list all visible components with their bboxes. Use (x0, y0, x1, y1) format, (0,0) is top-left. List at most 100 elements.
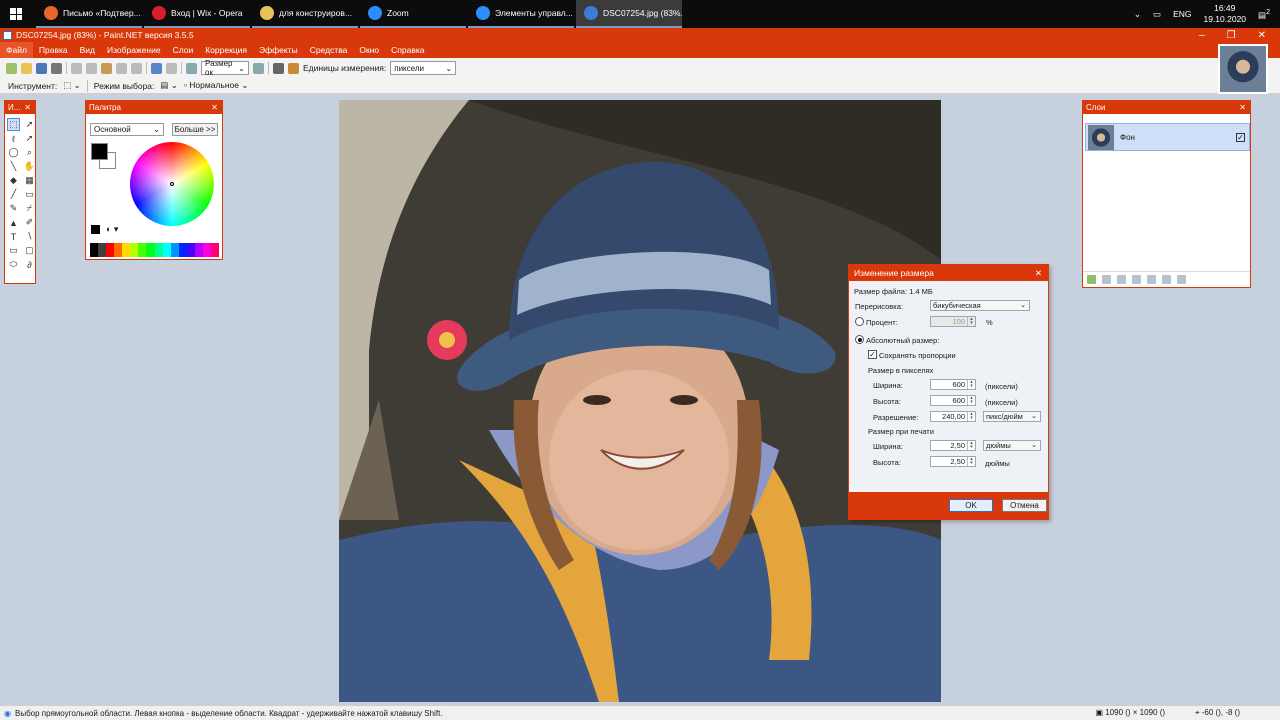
palette-swatch[interactable] (210, 243, 219, 257)
pencil-tool-icon[interactable]: ✎ (7, 202, 20, 215)
new-icon[interactable] (6, 62, 17, 74)
taskbar-app[interactable]: DSC07254.jpg (83%... (576, 0, 682, 28)
absolute-size-radio[interactable] (855, 335, 864, 344)
cut-icon[interactable] (71, 62, 82, 74)
close-icon[interactable]: ✕ (211, 101, 218, 114)
layer-properties-icon[interactable] (1177, 275, 1186, 284)
paste-icon[interactable] (101, 62, 112, 74)
freeform-shape-tool-icon[interactable]: ∂ (23, 258, 36, 271)
paint-bucket-tool-icon[interactable]: ◆ (7, 174, 20, 187)
print-width-field[interactable]: 2,50 ▴ ▾ (930, 440, 976, 451)
color-wheel[interactable] (130, 142, 214, 226)
redo-icon[interactable] (166, 62, 177, 74)
palette-options-icon[interactable]: ◐ ▾ (106, 224, 118, 235)
move-layer-down-icon[interactable] (1162, 275, 1171, 284)
ok-button[interactable]: OK (949, 499, 993, 512)
zoom-select[interactable]: Размер ок ⌄ (201, 59, 249, 77)
close-icon[interactable]: ✕ (1035, 265, 1042, 281)
width-field[interactable]: 600 ▴ ▾ (930, 379, 976, 390)
layer-row[interactable]: Фон ✓ (1085, 123, 1250, 151)
taskbar-app[interactable]: для конструиров... (252, 0, 358, 28)
menu-item[interactable]: Слои (167, 42, 200, 58)
menu-item[interactable]: Окно (353, 42, 385, 58)
close-icon[interactable]: ✕ (1239, 101, 1246, 114)
palette-swatch[interactable] (178, 243, 187, 257)
language-indicator[interactable]: ENG (1173, 9, 1191, 19)
palette-swatch[interactable] (146, 243, 155, 257)
text-tool-icon[interactable]: T (7, 230, 20, 243)
grid-icon[interactable] (273, 62, 284, 74)
print-height-field[interactable]: 2,50 ▴ ▾ (930, 456, 976, 467)
palette-swatch[interactable] (98, 243, 107, 257)
crop-icon[interactable] (116, 62, 127, 74)
rulers-icon[interactable] (288, 62, 299, 74)
primary-color-swatch[interactable] (91, 143, 108, 160)
keep-ratio-checkbox[interactable]: ✓ (868, 350, 877, 359)
recolor-tool-icon[interactable]: ✐ (23, 216, 36, 229)
menu-item[interactable]: Коррекция (199, 42, 253, 58)
palette-mode-select[interactable]: Основной ⌄ (90, 123, 164, 136)
percent-field[interactable]: 100 ▴ ▾ (930, 316, 976, 327)
clock[interactable]: 16:49 19.10.2020 (1203, 3, 1246, 25)
notifications-icon[interactable]: ▤2 (1258, 8, 1270, 21)
palette-swatch[interactable] (162, 243, 171, 257)
cancel-button[interactable]: Отмена (1002, 499, 1047, 512)
zoom-icon[interactable] (186, 62, 197, 74)
rectangle-tool-icon[interactable]: ▭ (7, 244, 20, 257)
height-field[interactable]: 600 ▴ ▾ (930, 395, 976, 406)
selection-mode-icon[interactable]: ▤ ⌄ (160, 80, 178, 91)
menu-item[interactable]: Вид (74, 42, 101, 58)
print-unit-select[interactable]: дюймы ⌄ (983, 440, 1041, 451)
open-icon[interactable] (21, 62, 32, 74)
close-button[interactable]: ✕ (1258, 30, 1266, 41)
delete-layer-icon[interactable] (1102, 275, 1111, 284)
restore-button[interactable]: ❐ (1227, 30, 1236, 41)
taskbar-app[interactable]: Zoom (360, 0, 466, 28)
palette-swatch[interactable] (122, 243, 131, 257)
palette-swatch[interactable] (170, 243, 179, 257)
menu-item[interactable]: Эффекты (253, 42, 304, 58)
blend-mode-select[interactable]: ▫ Нормальное ⌄ (184, 80, 249, 91)
menu-item[interactable]: Средства (304, 42, 354, 58)
color-picker-tool-icon[interactable]: ⌿ (23, 202, 36, 215)
lasso-tool-icon[interactable]: ℓ (7, 132, 20, 145)
resolution-field[interactable]: 240,00 ▴ ▾ (930, 411, 976, 422)
chevron-up-icon[interactable]: ⌄ (1134, 9, 1141, 20)
ellipse-select-tool-icon[interactable]: ◯ (7, 146, 20, 159)
deselect-icon[interactable] (131, 62, 142, 74)
zoom-tool-icon[interactable]: ⌕ (23, 146, 36, 159)
units-select[interactable]: пиксели ⌄ (390, 61, 457, 75)
rectangle-select-icon[interactable]: ⬚ ⌄ (63, 80, 81, 91)
layer-visibility-checkbox[interactable]: ✓ (1236, 132, 1245, 142)
resampling-select[interactable]: бикубическая ⌄ (930, 300, 1030, 311)
palette-swatch[interactable] (138, 243, 147, 257)
keyboard-icon[interactable]: ▭ (1153, 9, 1161, 20)
palette-swatch[interactable] (202, 243, 211, 257)
ellipse-tool-icon[interactable]: ⬭ (7, 258, 20, 271)
rectangle-select-tool-icon[interactable]: ⬚ (7, 118, 20, 131)
eraser-tool-icon[interactable]: ▭ (23, 188, 36, 201)
palette-swatch[interactable] (130, 243, 139, 257)
magic-wand-tool-icon[interactable]: ╲ (7, 160, 20, 173)
start-button[interactable] (0, 0, 32, 28)
zoom-in-icon[interactable] (253, 62, 264, 74)
palette-more-button[interactable]: Больше >> (172, 123, 218, 136)
move-selected-tool-icon[interactable]: ➚ (23, 118, 36, 131)
percent-radio[interactable] (855, 317, 864, 326)
copy-icon[interactable] (86, 62, 97, 74)
undo-icon[interactable] (151, 62, 162, 74)
gradient-tool-icon[interactable]: ▦ (23, 174, 36, 187)
taskbar-app[interactable]: Элементы управл... (468, 0, 574, 28)
black-swatch-icon[interactable] (91, 225, 100, 234)
palette-swatch[interactable] (114, 243, 123, 257)
taskbar-app[interactable]: Вход | Wix - Opera (144, 0, 250, 28)
menu-item[interactable]: Файл (0, 42, 33, 58)
merge-layer-icon[interactable] (1132, 275, 1141, 284)
palette-strip[interactable] (90, 243, 219, 257)
save-icon[interactable] (36, 62, 47, 74)
move-selection-tool-icon[interactable]: ➚ (23, 132, 36, 145)
print-icon[interactable] (51, 62, 62, 74)
resolution-unit-select[interactable]: пикс/дюйм ⌄ (983, 411, 1041, 422)
taskbar-app[interactable]: Письмо «Подтвер... (36, 0, 142, 28)
duplicate-layer-icon[interactable] (1117, 275, 1126, 284)
